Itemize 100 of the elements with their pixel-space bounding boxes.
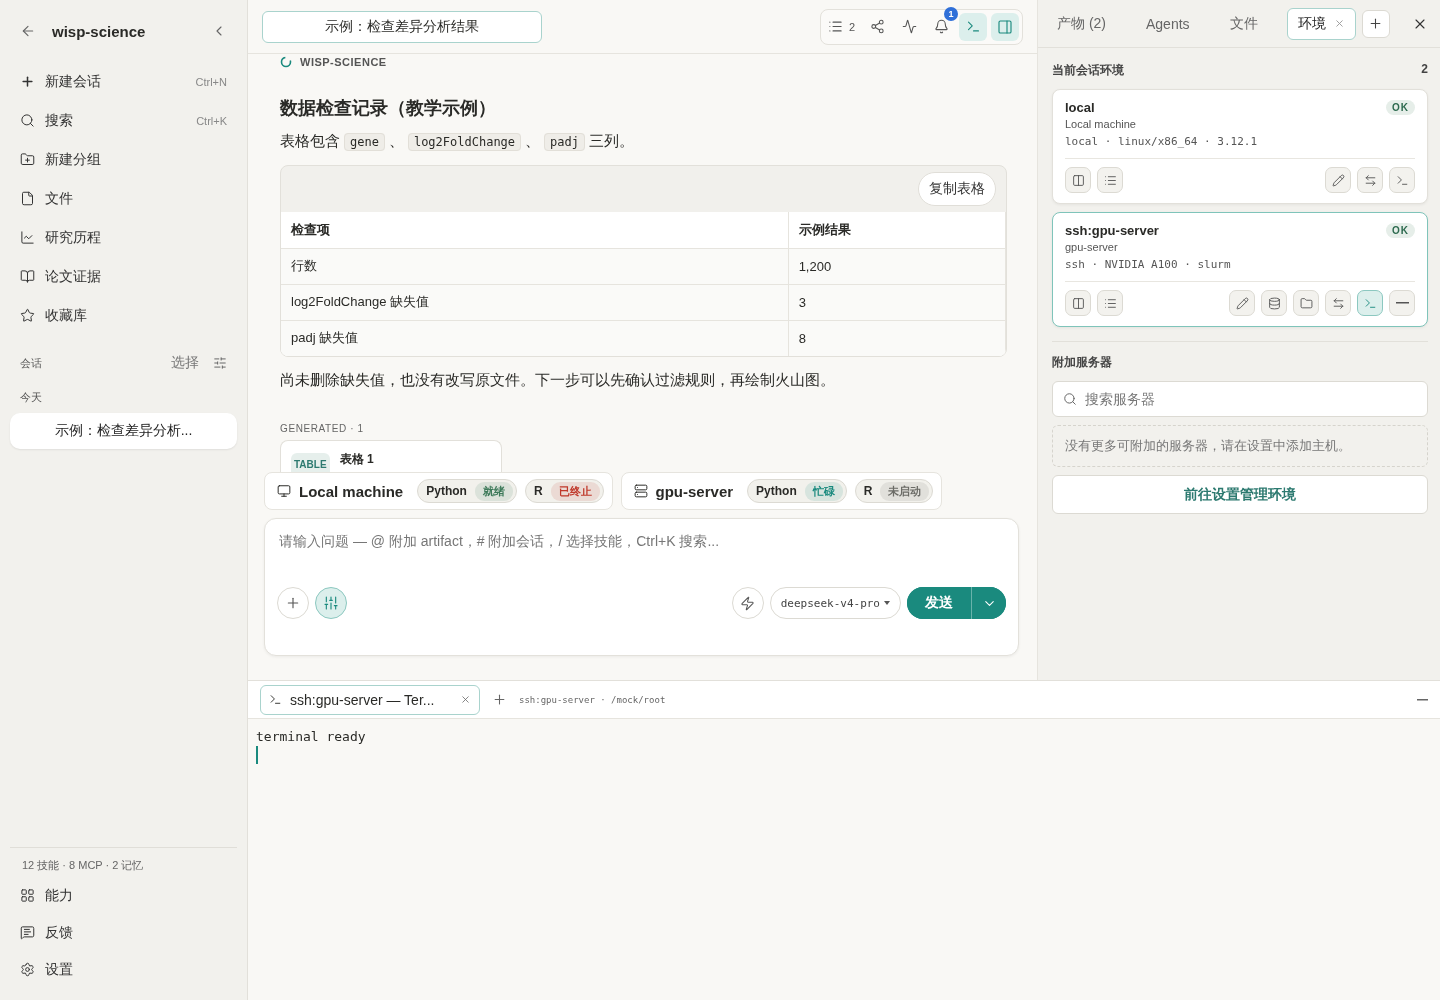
list-button[interactable] (1097, 290, 1123, 316)
layout-button[interactable] (1065, 167, 1091, 193)
nav-item[interactable]: 搜索 Ctrl+K (10, 101, 237, 140)
panel-tab[interactable]: 环境 (1286, 7, 1356, 40)
terminal-icon (1363, 296, 1377, 310)
nav-item[interactable]: 反馈 (10, 914, 237, 951)
plus-icon (285, 595, 301, 611)
panel-tab[interactable]: Agents (1135, 7, 1201, 40)
list-icon (1103, 173, 1117, 187)
attach-button[interactable] (277, 587, 309, 619)
pencil-button[interactable] (1325, 167, 1351, 193)
minus-icon (1395, 302, 1409, 304)
message-input[interactable]: 请输入问题 — @ 附加 artifact，# 附加会话，/ 选择技能，Ctrl+K 搜索... (277, 533, 1006, 549)
list-button[interactable] (1097, 167, 1123, 193)
workspace-title: wisp-science (52, 22, 147, 40)
intro-text: 表格包含 gene 、 log2FoldChange 、 padj 三列。 (280, 131, 635, 153)
database-button[interactable] (1261, 290, 1287, 316)
quick-button[interactable] (731, 587, 764, 619)
section-label: 会话 (20, 355, 43, 371)
folder-button[interactable] (1293, 290, 1319, 316)
nav-item[interactable]: 能力 (10, 877, 237, 914)
runtime-status: 未启动 (880, 481, 930, 501)
terminal-output: terminal ready (256, 728, 367, 746)
panel-tab[interactable]: 文件 (1218, 7, 1269, 40)
minus-button[interactable] (1389, 290, 1415, 316)
runtime-label: R (863, 484, 873, 498)
nav-item[interactable]: 新建会话 Ctrl+N (10, 62, 237, 101)
caret-icon (884, 601, 890, 605)
runtime-pill[interactable]: R 未启动 (854, 479, 934, 503)
terminal-tab[interactable]: ssh:gpu-server — Ter... (260, 684, 480, 715)
back-button[interactable] (20, 23, 36, 39)
pencil-button[interactable] (1229, 290, 1255, 316)
runtime-label: Python (756, 484, 797, 498)
environment-meta: ssh · NVIDIA A100 · slurm (1065, 258, 1415, 282)
columns-icon (1071, 296, 1085, 310)
status-badge: OK (1386, 100, 1415, 115)
model-select[interactable]: deepseek-v4-pro (769, 587, 901, 619)
nav-item[interactable]: 论文证据 (10, 257, 237, 296)
environment-card[interactable]: ssh:gpu-server OK gpu-server ssh · NVIDIA A100 · slurm (1052, 212, 1428, 327)
terminal-icon (965, 19, 981, 34)
book-icon (20, 269, 35, 284)
terminal-tab-label: ssh:gpu-server — Ter... (290, 691, 436, 708)
plus-icon (1368, 16, 1384, 31)
shortcut-label: Ctrl+N (195, 75, 227, 88)
environment-name: gpu-server (655, 482, 734, 500)
plus-icon (492, 692, 507, 707)
runtime-pill[interactable]: Python 忙碌 (747, 479, 847, 503)
server-search-field[interactable]: 搜索服务器 (1052, 381, 1428, 417)
settings-icon (20, 962, 35, 977)
star-icon (20, 308, 35, 323)
runtime-pill[interactable]: Python 就绪 (417, 479, 517, 503)
close-icon (460, 694, 471, 705)
nav-item[interactable]: 新建分组 (10, 140, 237, 179)
runtime-status: 已终止 (550, 481, 600, 501)
terminal-toggle[interactable] (959, 12, 987, 41)
database-icon (1267, 296, 1281, 310)
runtime-pill[interactable]: R 已终止 (524, 479, 604, 503)
folder-plus-icon (20, 152, 35, 167)
panel-toggle[interactable] (991, 12, 1019, 41)
server-icon (633, 484, 648, 498)
notification-badge: 1 (944, 6, 958, 21)
environment-meta: local · linux/x86_64 · 3.12.1 (1065, 135, 1415, 159)
column-header: 示例结果 (788, 212, 1006, 248)
nav-item[interactable]: 设置 (10, 951, 237, 988)
manage-environments-button[interactable]: 前往设置管理环境 (1052, 475, 1428, 514)
environment-host: Local machine (1065, 118, 1137, 130)
empty-note: 没有更多可附加的服务器，请在设置中添加主机。 (1052, 425, 1428, 467)
artifact-card[interactable]: TABLE 表格 1 (280, 440, 502, 472)
section-label: 附加服务器 (1052, 354, 1112, 371)
copy-table-button[interactable]: 复制表格 (918, 172, 996, 206)
nav-item[interactable]: 收藏库 (10, 296, 237, 335)
panel-tab[interactable]: 产物 (2) (1046, 7, 1117, 40)
filter-button[interactable] (213, 356, 227, 370)
nav-item[interactable]: 文件 (10, 179, 237, 218)
runtime-status: 就绪 (474, 481, 513, 501)
session-item[interactable]: 示例：检查差异分析... (10, 413, 237, 449)
minimize-button[interactable] (1417, 698, 1428, 701)
terminal-icon (269, 693, 282, 706)
add-tab-button[interactable] (1361, 9, 1390, 38)
arrows-button[interactable] (1325, 290, 1351, 316)
arrows-icon (1331, 296, 1345, 310)
new-terminal-button[interactable] (492, 692, 507, 707)
environment-name: Local machine (299, 482, 404, 500)
close-tab-button[interactable] (460, 694, 471, 705)
share-icon (869, 19, 885, 34)
terminal-button[interactable] (1389, 167, 1415, 193)
conversation-title[interactable]: 示例：检查差异分析结果 (262, 10, 542, 43)
select-button[interactable]: 选择 (171, 354, 213, 372)
message-icon (20, 925, 35, 940)
pulse-icon (901, 19, 917, 34)
pencil-icon (1235, 296, 1249, 310)
columns-icon (1071, 173, 1085, 187)
send-options-button[interactable] (971, 587, 1006, 619)
tools-button[interactable] (315, 587, 347, 619)
lightning-icon (740, 595, 756, 611)
layout-button[interactable] (1065, 290, 1091, 316)
arrows-button[interactable] (1357, 167, 1383, 193)
environment-card[interactable]: local OK Local machine local · linux/x86_64 · 3.12.1 (1052, 89, 1428, 204)
nav-item[interactable]: 研究历程 (10, 218, 237, 257)
outline-button[interactable]: 2 (823, 12, 859, 41)
